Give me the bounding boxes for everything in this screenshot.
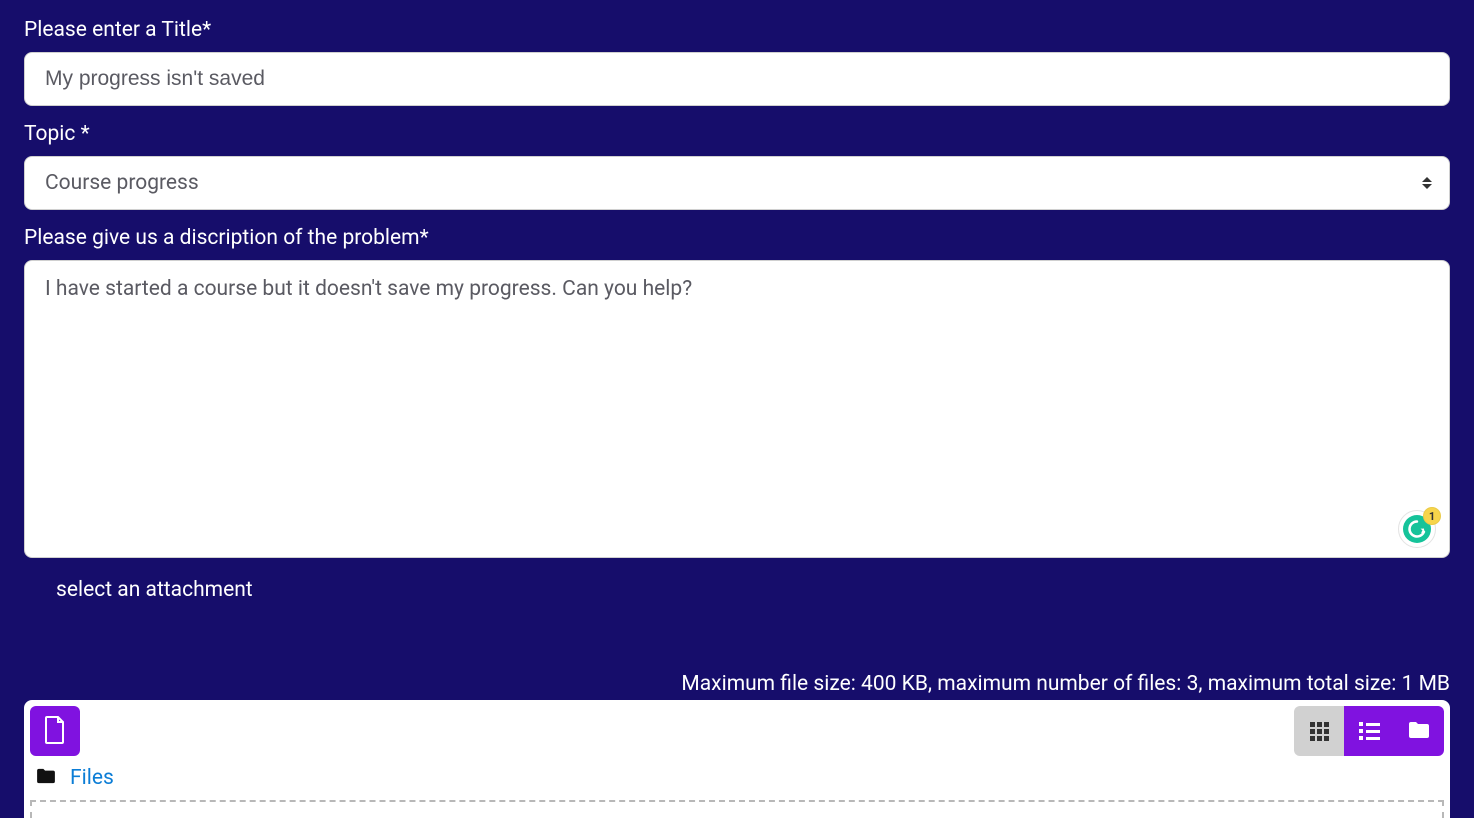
attachment-label: select an attachment [56, 578, 1450, 602]
view-folder-button[interactable] [1394, 706, 1444, 756]
file-panel: Files [24, 700, 1450, 818]
title-label: Please enter a Title* [24, 18, 1450, 42]
file-limits-text: Maximum file size: 400 KB, maximum numbe… [24, 672, 1450, 696]
file-icon [43, 716, 67, 747]
view-grid-button[interactable] [1294, 706, 1344, 756]
description-textarea[interactable] [24, 260, 1450, 558]
description-label: Please give us a discription of the prob… [24, 226, 1450, 250]
grid-icon [1310, 722, 1329, 741]
topic-select[interactable]: Course progress [24, 156, 1450, 210]
view-list-button[interactable] [1344, 706, 1394, 756]
topic-label: Topic * [24, 122, 1450, 146]
add-file-button[interactable] [30, 706, 80, 756]
view-toggle-group [1294, 706, 1444, 756]
file-breadcrumb: Files [30, 756, 1444, 800]
breadcrumb-files-link[interactable]: Files [70, 766, 114, 790]
folder-icon [1408, 721, 1430, 742]
title-input[interactable] [24, 52, 1450, 106]
file-drop-zone[interactable] [30, 800, 1444, 818]
grammarly-count: 1 [1423, 507, 1441, 525]
grammarly-badge[interactable]: 1 [1398, 510, 1436, 548]
folder-icon [36, 766, 56, 790]
list-icon [1359, 722, 1380, 740]
